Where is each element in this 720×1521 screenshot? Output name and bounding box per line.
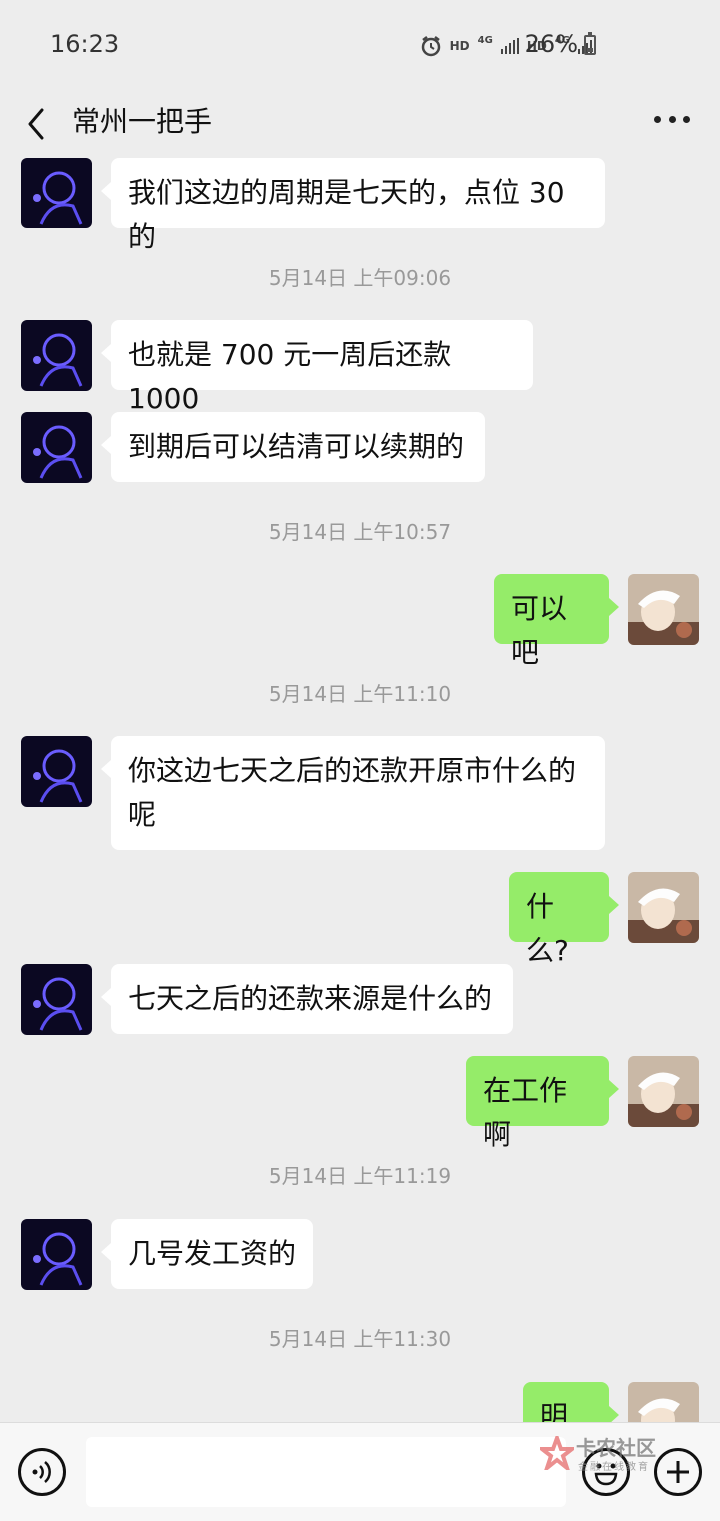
message-row: 在工作啊 <box>0 1056 720 1151</box>
status-bar: 16:23 HD 4G HD 4G 26% <box>0 0 720 90</box>
chevron-left-icon[interactable] <box>22 104 62 144</box>
message-bubble-incoming[interactable]: 也就是 700 元一周后还款 1000 <box>101 320 533 415</box>
voice-icon[interactable] <box>18 1448 66 1496</box>
watermark: 卡农社区 金融在线教育 <box>540 1432 670 1478</box>
message-timestamp: 5月14日 上午10:57 <box>268 520 452 544</box>
message-timestamp: 5月14日 上午11:10 <box>268 682 452 706</box>
network-type: 4G <box>477 34 493 46</box>
contact-avatar[interactable] <box>21 964 92 1035</box>
message-bubble-incoming[interactable]: 我们这边的周期是七天的，点位 30 的 <box>101 158 605 253</box>
message-row: 我们这边的周期是七天的，点位 30 的 <box>0 158 720 253</box>
signal-icon <box>500 38 519 54</box>
message-bubble-outgoing[interactable]: 在工作啊 <box>466 1056 619 1151</box>
message-row: 你这边七天之后的还款开原市什么的呢 <box>0 736 720 852</box>
my-avatar[interactable] <box>628 872 699 943</box>
watermark-logo-icon <box>540 1436 574 1470</box>
my-avatar[interactable] <box>628 1382 699 1422</box>
message-timestamp: 5月14日 上午11:19 <box>268 1164 452 1188</box>
message-row: 什么? <box>0 872 720 967</box>
contact-avatar[interactable] <box>21 320 92 391</box>
message-bubble-outgoing[interactable]: 可以吧 <box>494 574 619 669</box>
contact-avatar[interactable] <box>21 1219 92 1290</box>
message-bubble-incoming[interactable]: 七天之后的还款来源是什么的 <box>101 964 513 1034</box>
more-dots-icon[interactable] <box>654 116 690 124</box>
message-timestamp: 5月14日 上午11:30 <box>268 1327 452 1351</box>
message-list[interactable]: 我们这边的周期是七天的，点位 30 的 5月14日 上午09:06 也就是 70… <box>0 158 720 1422</box>
status-time: 16:23 <box>50 30 120 58</box>
battery-percent: 26% <box>524 30 578 58</box>
contact-avatar[interactable] <box>21 158 92 228</box>
battery-icon <box>584 32 596 55</box>
message-bubble-outgoing[interactable]: 明天 <box>523 1382 619 1422</box>
chat-header: 常州一把手 <box>0 90 720 158</box>
message-row: 明天 <box>0 1382 720 1422</box>
contact-avatar[interactable] <box>21 736 92 807</box>
message-input[interactable] <box>86 1437 566 1507</box>
message-bubble-outgoing[interactable]: 什么? <box>509 872 619 967</box>
message-bubble-incoming[interactable]: 几号发工资的 <box>101 1219 313 1289</box>
contact-avatar[interactable] <box>21 412 92 483</box>
message-bubble-incoming[interactable]: 你这边七天之后的还款开原市什么的呢 <box>101 736 605 850</box>
message-row: 几号发工资的 <box>0 1219 720 1291</box>
message-row: 也就是 700 元一周后还款 1000 <box>0 320 720 415</box>
alarm-icon <box>421 36 440 57</box>
watermark-subtext: 金融在线教育 <box>578 1462 650 1473</box>
hd-indicator: HD <box>449 39 470 53</box>
message-row: 可以吧 <box>0 574 720 669</box>
watermark-text: 卡农社区 <box>576 1436 656 1460</box>
message-row: 到期后可以结清可以续期的 <box>0 412 720 484</box>
my-avatar[interactable] <box>628 1056 699 1127</box>
message-bubble-incoming[interactable]: 到期后可以结清可以续期的 <box>101 412 485 482</box>
my-avatar[interactable] <box>628 574 699 645</box>
message-row: 七天之后的还款来源是什么的 <box>0 964 720 1036</box>
message-timestamp: 5月14日 上午09:06 <box>268 266 452 290</box>
chat-title: 常州一把手 <box>72 105 213 138</box>
